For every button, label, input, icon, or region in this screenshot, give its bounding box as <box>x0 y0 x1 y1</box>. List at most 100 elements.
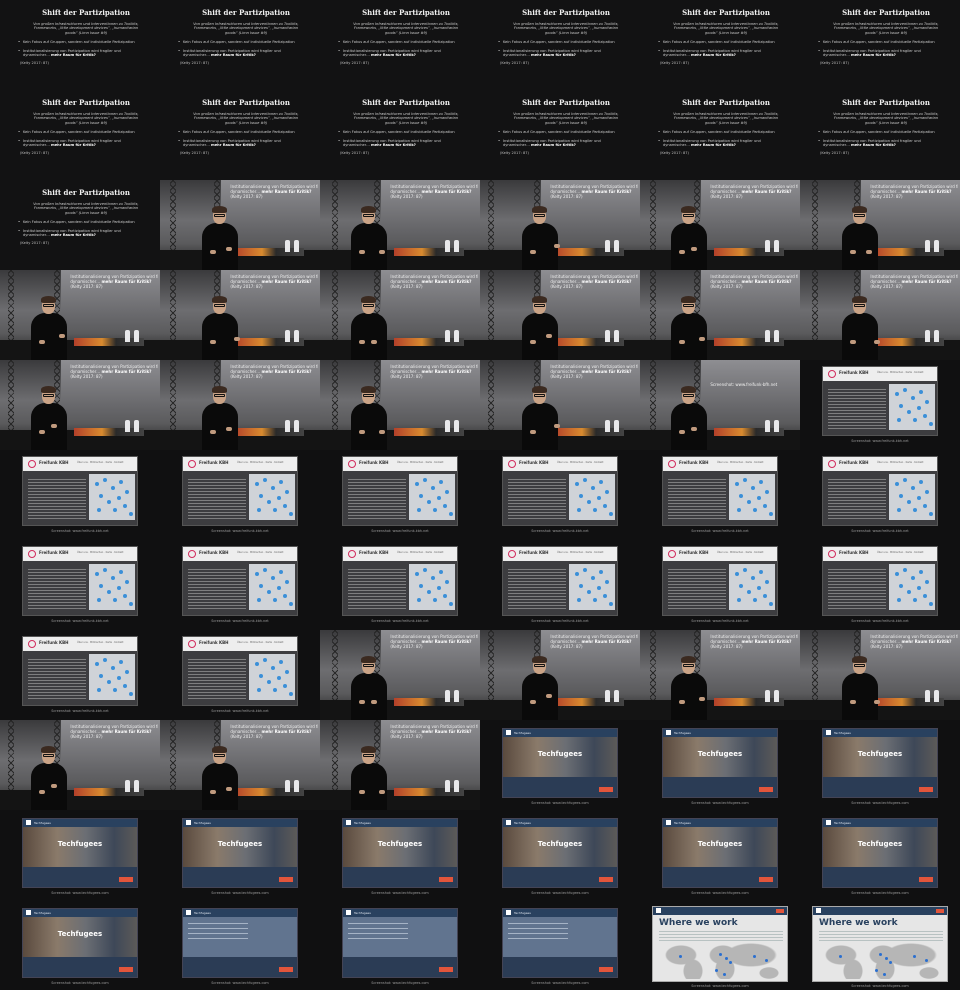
thumbnail-cell[interactable]: Techfugees Screenshot: www.techfugees.com <box>320 900 480 990</box>
thumbnail-cell[interactable]: Shift der Partizipation Von großen Infras… <box>480 0 640 90</box>
lecture-slide: Shift der Partizipation Von großen Infras… <box>480 90 640 180</box>
thumbnail-cell[interactable]: Where we work Screenshot: www.techfugees.… <box>800 900 960 990</box>
freifunk-logo-icon <box>668 550 676 558</box>
speaker-hand <box>530 340 536 344</box>
thumbnail-cell[interactable]: Institutionalisierung von Partizipation … <box>160 360 320 450</box>
thumbnail-cell[interactable]: Shift der Partizipation Von großen Infras… <box>320 0 480 90</box>
thumbnail-cell[interactable]: Institutionalisierung von Partizipation … <box>160 180 320 270</box>
thumbnail-cell[interactable]: Shift der Partizipation Von großen Infras… <box>640 90 800 180</box>
slide-citation: (Kelty 2017: 87) <box>500 151 529 156</box>
thumbnail-cell[interactable]: Freifunk KBH Über uns · Mitmachen · Karte… <box>0 630 160 720</box>
map-node-icon <box>129 692 133 696</box>
slide-bullet: Kein Fokus auf Gruppen, sondern auf indi… <box>338 40 468 45</box>
map-pin-icon <box>875 969 878 972</box>
thumbnail-cell[interactable]: Freifunk KBH Über uns · Mitmachen · Karte… <box>0 450 160 540</box>
thumbnail-cell[interactable]: Techfugees Techfugees Screenshot: www.tech… <box>480 720 640 810</box>
thumbnail-cell[interactable]: Techfugees Screenshot: www.techfugees.com <box>160 900 320 990</box>
thumbnail-cell[interactable]: Institutionalisierung von Partizipation … <box>640 630 800 720</box>
hero-image <box>503 917 617 957</box>
thumbnail-cell[interactable]: Institutionalisierung von Partizipation … <box>480 270 640 360</box>
thumbnail-cell[interactable]: Institutionalisierung von Partizipation … <box>320 630 480 720</box>
thumbnail-cell[interactable]: Institutionalisierung von Partizipation … <box>160 270 320 360</box>
water-bottle <box>924 240 930 252</box>
thumbnail-cell[interactable]: Institutionalisierung von Partizipation … <box>320 360 480 450</box>
thumbnail-cell[interactable]: Shift der Partizipation Von großen Infras… <box>0 0 160 90</box>
techfugees-logo-icon <box>656 908 661 913</box>
thumbnail-cell[interactable]: Freifunk KBH Über uns · Mitmachen · Karte… <box>160 540 320 630</box>
thumbnail-cell[interactable]: Institutionalisierung von Partizipation … <box>800 630 960 720</box>
thumbnail-cell[interactable]: Shift der Partizipation Von großen Infras… <box>0 90 160 180</box>
thumbnail-cell[interactable]: Institutionalisierung von Partizipation … <box>320 180 480 270</box>
cta-button <box>919 787 933 792</box>
thumbnail-cell[interactable]: Techfugees Techfugees Screenshot: www.tech… <box>320 810 480 900</box>
thumbnail-cell[interactable]: Freifunk KBH Über uns · Mitmachen · Karte… <box>0 540 160 630</box>
slide-title: Shift der Partizipation <box>42 98 130 107</box>
thumbnail-cell[interactable]: Shift der Partizipation Von großen Infras… <box>160 0 320 90</box>
thumbnail-cell[interactable]: Institutionalisierung von Partizipation … <box>800 270 960 360</box>
thumbnail-cell[interactable]: Institutionalisierung von Partizipation … <box>480 180 640 270</box>
slide-bullet: Kein Fokus auf Gruppen, sondern auf indi… <box>498 130 628 135</box>
thumbnail-cell[interactable]: Shift der Partizipation Von großen Infras… <box>160 90 320 180</box>
thumbnail-cell[interactable]: Institutionalisierung von Partizipation … <box>0 270 160 360</box>
slide-bullet-text: Kein Fokus auf Gruppen, sondern auf indi… <box>343 40 455 45</box>
glasses-icon <box>214 304 225 307</box>
thumbnail-cell[interactable]: Institutionalisierung von Partizipation … <box>480 630 640 720</box>
thumbnail-cell[interactable]: Freifunk KBH Über uns · Mitmachen · Karte… <box>800 450 960 540</box>
thumbnail-cell[interactable]: Screenshot: www.freifunk-bfh.net <box>640 360 800 450</box>
thumbnail-cell[interactable]: Freifunk KBH Über uns · Mitmachen · Karte… <box>800 360 960 450</box>
thumbnail-cell[interactable]: Shift der Partizipation Von großen Infras… <box>800 90 960 180</box>
water-bottle <box>284 780 290 792</box>
speaker-body <box>842 673 878 720</box>
speaker <box>349 386 389 450</box>
thumbnail-cell[interactable]: Shift der Partizipation Von großen Infras… <box>0 180 160 270</box>
thumbnail-cell[interactable]: Freifunk KBH Über uns · Mitmachen · Karte… <box>640 540 800 630</box>
screenshot-caption: Screenshot: www.freifunk-kbh.net <box>691 529 749 533</box>
thumbnail-cell[interactable]: Institutionalisierung von Partizipation … <box>0 720 160 810</box>
screen-citation: (Kelty 2017: 87) <box>550 284 583 289</box>
speaker-hair <box>40 296 56 303</box>
thumbnail-cell[interactable]: Freifunk KBH Über uns · Mitmachen · Karte… <box>320 540 480 630</box>
map-node-icon <box>103 478 107 482</box>
water-bottle <box>454 690 460 702</box>
thumbnail-cell[interactable]: Institutionalisierung von Partizipation … <box>640 180 800 270</box>
website-text-block <box>188 659 246 699</box>
slide-bullet-text: Kein Fokus auf Gruppen, sondern auf indi… <box>23 130 135 135</box>
thumbnail-cell[interactable]: Freifunk KBH Über uns · Mitmachen · Karte… <box>320 450 480 540</box>
thumbnail-cell[interactable]: Techfugees Techfugees Screenshot: www.tech… <box>160 810 320 900</box>
thumbnail-cell[interactable]: Techfugees Techfugees Screenshot: www.tech… <box>640 720 800 810</box>
thumbnail-cell[interactable]: Shift der Partizipation Von großen Infras… <box>640 0 800 90</box>
thumbnail-cell[interactable]: Institutionalisierung von Partizipation … <box>0 360 160 450</box>
map-pin-icon <box>725 957 728 960</box>
thumbnail-cell[interactable]: Techfugees Techfugees Screenshot: www.tech… <box>0 810 160 900</box>
thumbnail-cell[interactable]: Institutionalisierung von Partizipation … <box>640 270 800 360</box>
website-text-block <box>188 479 246 519</box>
thumbnail-cell[interactable]: Techfugees Techfugees Screenshot: www.tech… <box>0 900 160 990</box>
map-node-icon <box>123 504 127 508</box>
thumbnail-cell[interactable]: Where we work Screenshot: www.techfugees.… <box>640 900 800 990</box>
thumbnail-cell[interactable]: Techfugees Screenshot: www.techfugees.com <box>480 900 640 990</box>
thumbnail-cell[interactable]: Freifunk KBH Über uns · Mitmachen · Karte… <box>800 540 960 630</box>
slide-bullet: Kein Fokus auf Gruppen, sondern auf indi… <box>658 130 788 135</box>
thumbnail-cell[interactable]: Institutionalisierung von Partizipation … <box>160 720 320 810</box>
thumbnail-cell[interactable]: Shift der Partizipation Von großen Infras… <box>800 0 960 90</box>
thumbnail-cell[interactable]: Freifunk KBH Über uns · Mitmachen · Karte… <box>160 630 320 720</box>
thumbnail-cell[interactable]: Institutionalisierung von Partizipation … <box>800 180 960 270</box>
glasses-icon <box>362 394 374 397</box>
thumbnail-cell[interactable]: Freifunk KBH Über uns · Mitmachen · Karte… <box>480 450 640 540</box>
speaker-hair <box>852 656 867 663</box>
thumbnail-cell[interactable]: Institutionalisierung von Partizipation … <box>320 270 480 360</box>
thumbnail-cell[interactable]: Techfugees Techfugees Screenshot: www.tech… <box>800 720 960 810</box>
thumbnail-cell[interactable]: Freifunk KBH Über uns · Mitmachen · Karte… <box>160 450 320 540</box>
thumbnail-cell[interactable]: Freifunk KBH Über uns · Mitmachen · Karte… <box>640 450 800 540</box>
thumbnail-cell[interactable]: Shift der Partizipation Von großen Infras… <box>480 90 640 180</box>
thumbnail-cell[interactable]: Institutionalisierung von Partizipation … <box>320 720 480 810</box>
thumbnail-cell[interactable]: Techfugees Techfugees Screenshot: www.tech… <box>800 810 960 900</box>
thumbnail-cell[interactable]: Techfugees Techfugees Screenshot: www.tech… <box>480 810 640 900</box>
slide-title: Shift der Partizipation <box>682 8 770 17</box>
thumbnail-cell[interactable]: Shift der Partizipation Von großen Infras… <box>320 90 480 180</box>
slide-bullet-list: Kein Fokus auf Gruppen, sondern auf indi… <box>178 130 308 147</box>
map-node-icon <box>923 594 927 598</box>
thumbnail-cell[interactable]: Institutionalisierung von Partizipation … <box>480 360 640 450</box>
thumbnail-cell[interactable]: Freifunk KBH Über uns · Mitmachen · Karte… <box>480 540 640 630</box>
thumbnail-cell[interactable]: Techfugees Techfugees Screenshot: www.tech… <box>640 810 800 900</box>
